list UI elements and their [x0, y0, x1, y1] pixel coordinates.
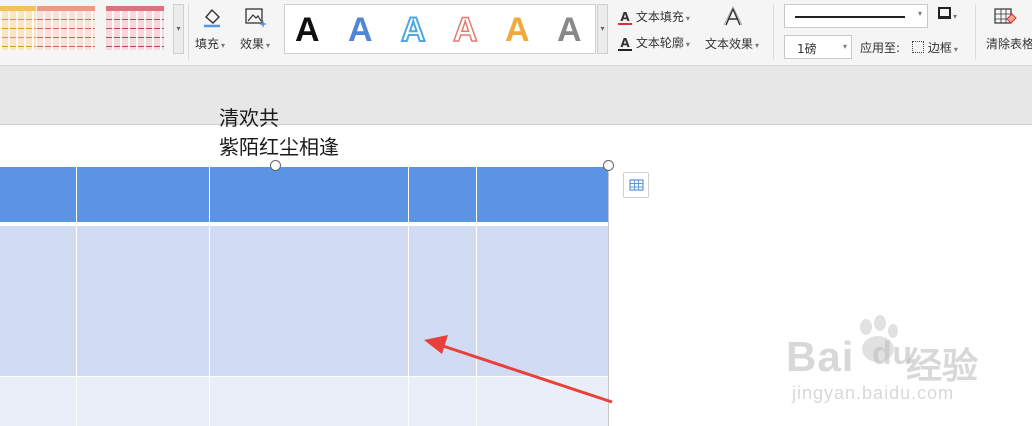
- chevron-down-icon: ▾: [917, 9, 922, 18]
- wordart-style-red-outline[interactable]: A: [452, 10, 478, 50]
- line-style-dropdown[interactable]: ▾: [784, 4, 928, 28]
- table-layout-button[interactable]: [623, 172, 649, 198]
- column-divider[interactable]: [408, 167, 409, 426]
- line-weight-dropdown[interactable]: 1磅 ▾: [784, 35, 852, 59]
- line-style-preview: [795, 16, 905, 18]
- watermark-url: jingyan.baidu.com: [792, 383, 955, 403]
- border-button[interactable]: 边框 ▾: [912, 39, 958, 56]
- clear-table-icon-button[interactable]: [993, 6, 1017, 28]
- effects-button[interactable]: [244, 6, 268, 28]
- cell-text-line-2: 紫陌红尘相逢: [219, 135, 339, 159]
- table-style-swatch-3[interactable]: [106, 6, 164, 50]
- watermark-brand: Bai: [786, 333, 855, 380]
- resize-handle-top-right[interactable]: [603, 160, 614, 171]
- fill-button[interactable]: [199, 6, 223, 28]
- document-table[interactable]: [0, 167, 609, 426]
- text-fill-icon: A: [618, 11, 632, 25]
- column-divider[interactable]: [76, 167, 77, 426]
- table-style-more-button[interactable]: ▾: [173, 4, 184, 54]
- watermark-suffix: 经验: [906, 345, 979, 386]
- border-grid-icon: [912, 41, 924, 53]
- text-outline-button[interactable]: A 文本轮廓 ▾: [618, 34, 690, 51]
- wordart-style-blue-outline[interactable]: A: [400, 10, 427, 50]
- table-grid-icon: [629, 179, 644, 191]
- row-divider: [0, 222, 609, 226]
- table-right-edge: [608, 167, 609, 426]
- eraser-table-icon: [994, 8, 1017, 24]
- chevron-down-icon: ▾: [842, 42, 847, 51]
- wordart-style-gallery: A A A A A A: [284, 4, 596, 54]
- pen-color-icon: [938, 7, 951, 19]
- image-effects-icon: [245, 8, 267, 28]
- wordart-style-gray-gradient[interactable]: A: [557, 11, 582, 49]
- line-weight-value: 1磅: [797, 42, 817, 56]
- column-divider[interactable]: [476, 167, 477, 426]
- ribbon-toolbar: ▾ 填充 ▾ 效果 ▾ A A A A A A ▾ A 文本填充 ▾ A 文本轮廓 ▾: [0, 0, 1032, 66]
- column-divider[interactable]: [209, 167, 210, 426]
- wordart-more-button[interactable]: ▾: [597, 4, 608, 54]
- text-fill-button[interactable]: A 文本填充 ▾: [618, 8, 690, 25]
- effects-label-button[interactable]: 效果 ▾: [240, 35, 270, 52]
- table-header-row[interactable]: [0, 167, 609, 222]
- table-cell-text[interactable]: 清欢共 紫陌红尘相逢: [219, 104, 339, 162]
- wordart-style-blue[interactable]: A: [348, 11, 373, 49]
- table-row[interactable]: [0, 376, 609, 426]
- wordart-style-black[interactable]: A: [295, 11, 320, 49]
- table-row[interactable]: [0, 226, 609, 376]
- border-color-button[interactable]: ▾: [938, 7, 957, 22]
- resize-handle-top[interactable]: [270, 160, 281, 171]
- text-outline-icon: A: [618, 37, 632, 51]
- table-style-swatch-2[interactable]: [37, 6, 95, 50]
- apply-to-label: 应用至:: [860, 41, 901, 55]
- fill-label-button[interactable]: 填充 ▾: [195, 35, 225, 52]
- table-style-swatch-1[interactable]: [0, 6, 36, 50]
- baidu-jingyan-watermark: Bai du 经验 jingyan.baidu.com: [786, 315, 986, 411]
- text-effects-icon: [723, 6, 743, 26]
- wordart-style-orange[interactable]: A: [505, 11, 530, 49]
- text-effects-label-button[interactable]: 文本效果 ▾: [705, 35, 759, 52]
- text-effects-button[interactable]: [722, 6, 744, 28]
- cell-text-line-1: 清欢共: [219, 106, 279, 130]
- clear-table-button[interactable]: 清除表格: [986, 35, 1032, 52]
- row-divider: [0, 376, 609, 377]
- paint-bucket-icon: [204, 8, 220, 28]
